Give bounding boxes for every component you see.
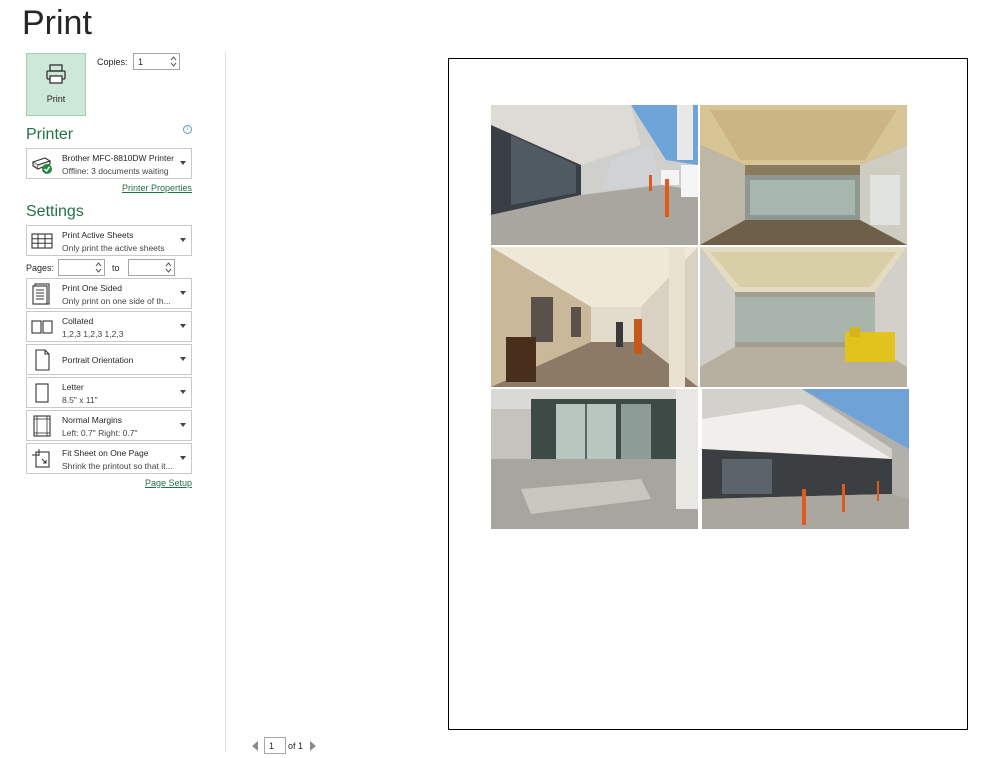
margins-description: Left: 0.7" Right: 0.7" xyxy=(62,428,138,438)
photo-canopy-entrance xyxy=(702,389,909,529)
margins-icon xyxy=(33,415,51,437)
sides-option: Print One Sided xyxy=(62,283,123,293)
print-button[interactable]: Print xyxy=(26,53,86,116)
previous-page-icon[interactable] xyxy=(252,741,258,751)
chevron-down-icon xyxy=(180,390,186,394)
stepper-arrows-icon[interactable] xyxy=(165,261,172,274)
current-page-input[interactable]: 1 xyxy=(264,737,286,754)
collated-pages-icon xyxy=(31,320,53,334)
paper-size-option: Letter xyxy=(62,382,84,392)
orientation-select[interactable]: Portrait Orientation xyxy=(26,344,192,375)
sheets-description: Only print the active sheets xyxy=(62,243,165,253)
orientation-option: Portrait Orientation xyxy=(62,355,134,365)
collation-option: Collated xyxy=(62,316,94,326)
photo-entrance-doors xyxy=(491,389,698,529)
copies-label: Copies: xyxy=(97,57,128,67)
page-title: Print xyxy=(22,4,92,42)
page-count-label: of 1 xyxy=(288,741,304,751)
pages-from-stepper[interactable] xyxy=(58,259,105,276)
print-preview-page xyxy=(448,58,968,730)
printer-select[interactable]: Brother MFC-8810DW Printer Offline: 3 do… xyxy=(26,148,192,179)
portrait-page-icon xyxy=(35,349,50,371)
settings-heading: Settings xyxy=(26,203,84,220)
printer-heading: Printer xyxy=(26,126,74,143)
page-setup-link[interactable]: Page Setup xyxy=(145,478,192,488)
photo-lobby-room xyxy=(700,247,907,387)
chevron-down-icon xyxy=(180,324,186,328)
pages-to-stepper[interactable] xyxy=(128,259,175,276)
page-navigator: 1 of 1 xyxy=(250,737,340,755)
one-sided-page-icon xyxy=(32,283,50,305)
copies-stepper[interactable]: 1 xyxy=(133,53,180,70)
scaling-option: Fit Sheet on One Page xyxy=(62,448,149,458)
print-sides-select[interactable]: Print One Sided Only print on one side o… xyxy=(26,278,192,309)
photo-building-walkway xyxy=(491,105,698,245)
collation-description: 1,2,3 1,2,3 1,2,3 xyxy=(62,329,124,339)
network-printer-icon xyxy=(31,157,52,174)
margins-option: Normal Margins xyxy=(62,415,122,425)
copies-value: 1 xyxy=(138,57,144,67)
pages-to-label: to xyxy=(112,263,120,273)
paper-size-description: 8.5" x 11" xyxy=(62,395,98,405)
printer-name: Brother MFC-8810DW Printer xyxy=(62,153,174,163)
print-settings-pane: Print Copies: 1 Printer i Brother MFC-88… xyxy=(0,50,226,758)
next-page-icon[interactable] xyxy=(310,741,316,751)
printer-status: Offline: 3 documents waiting xyxy=(62,166,169,176)
paper-size-icon xyxy=(35,383,49,403)
print-button-label: Print xyxy=(46,94,66,104)
chevron-down-icon xyxy=(180,161,186,165)
printer-properties-link[interactable]: Printer Properties xyxy=(122,183,192,193)
photo-elevator-hallway xyxy=(491,247,698,387)
paper-size-select[interactable]: Letter 8.5" x 11" xyxy=(26,377,192,408)
stepper-arrows-icon[interactable] xyxy=(95,261,102,274)
sheet-grid-icon xyxy=(31,233,53,249)
scaling-select[interactable]: Fit Sheet on One Page Shrink the printou… xyxy=(26,443,192,474)
chevron-down-icon xyxy=(180,357,186,361)
print-sheets-select[interactable]: Print Active Sheets Only print the activ… xyxy=(26,225,192,256)
collation-select[interactable]: Collated 1,2,3 1,2,3 1,2,3 xyxy=(26,311,192,342)
pages-range: Pages: to xyxy=(26,258,192,278)
chevron-down-icon xyxy=(180,291,186,295)
info-icon[interactable]: i xyxy=(183,125,192,134)
pages-label: Pages: xyxy=(26,263,55,273)
scaling-description: Shrink the printout so that it... xyxy=(62,461,173,471)
stepper-arrows-icon[interactable] xyxy=(170,55,177,68)
photo-lobby-lighting xyxy=(700,105,907,245)
sides-description: Only print on one side of th... xyxy=(62,296,171,306)
sheets-option: Print Active Sheets xyxy=(62,230,134,240)
fit-to-page-icon xyxy=(32,449,50,468)
chevron-down-icon xyxy=(180,456,186,460)
margins-select[interactable]: Normal Margins Left: 0.7" Right: 0.7" xyxy=(26,410,192,441)
printer-icon xyxy=(46,64,66,84)
chevron-down-icon xyxy=(180,423,186,427)
chevron-down-icon xyxy=(180,238,186,242)
